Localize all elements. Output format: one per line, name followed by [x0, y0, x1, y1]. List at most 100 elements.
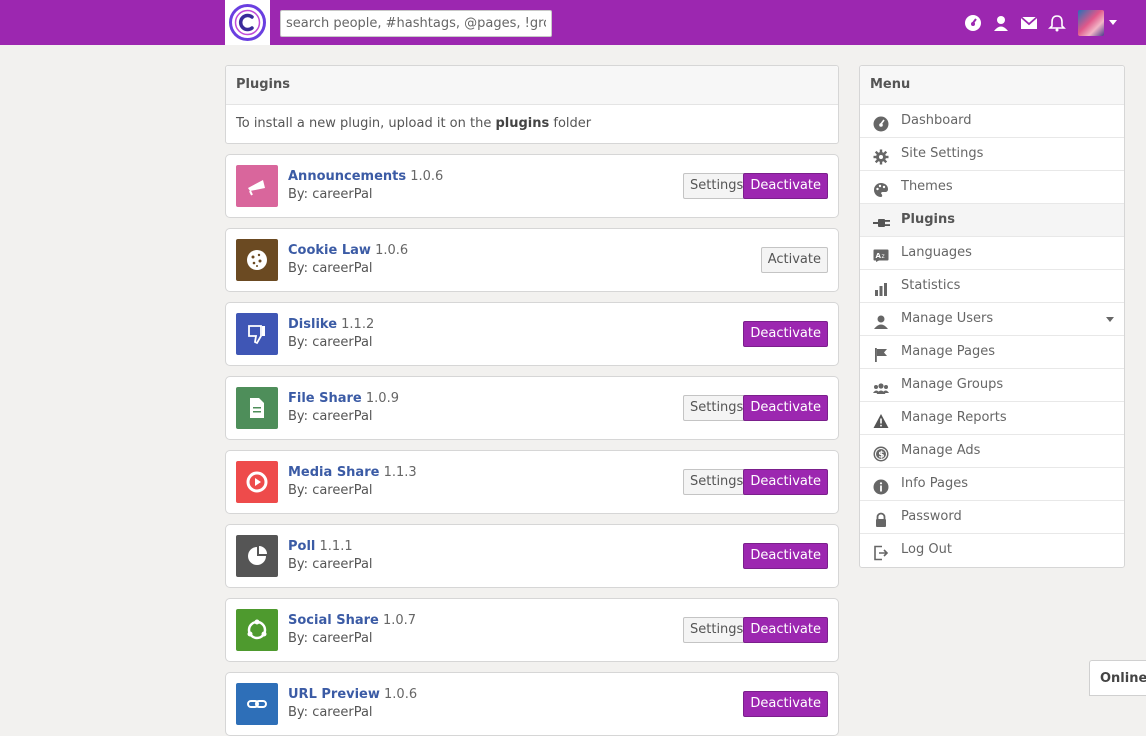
plugin-name: Social Share 1.0.7	[288, 613, 416, 628]
dollar-icon: $	[873, 443, 889, 462]
thumbs-down-icon	[236, 313, 278, 355]
plugin-author: By: careerPal	[288, 409, 373, 424]
settings-button-media-share[interactable]: Settings	[683, 469, 751, 495]
menu-item-plugins[interactable]: Plugins	[860, 203, 1124, 236]
menu-item-label: Log Out	[901, 542, 952, 557]
chevron-down-icon[interactable]	[1109, 20, 1117, 25]
menu-item-label: Manage Groups	[901, 377, 1004, 392]
plugin-card: Cookie Law 1.0.6 By: careerPal Activate	[225, 228, 839, 292]
logo-icon	[229, 4, 266, 41]
menu-item-label: Manage Pages	[901, 344, 996, 359]
users-icon	[873, 311, 889, 329]
play-icon	[236, 461, 278, 503]
menu-title: Menu	[860, 66, 1124, 104]
site-logo[interactable]	[225, 0, 270, 45]
menu-item-dashboard[interactable]: Dashboard	[860, 104, 1124, 137]
plugin-author: By: careerPal	[288, 483, 373, 498]
warning-icon	[873, 410, 889, 428]
menu-item-label: Site Settings	[901, 146, 984, 161]
plugin-name: URL Preview 1.0.6	[288, 687, 417, 702]
dashboard-icon[interactable]	[962, 12, 984, 34]
plugin-title-link[interactable]: Poll	[288, 539, 315, 554]
menu-item-manage-pages[interactable]: Manage Pages	[860, 335, 1124, 368]
menu-item-label: Info Pages	[901, 476, 968, 491]
settings-button-file-share[interactable]: Settings	[683, 395, 751, 421]
friends-icon[interactable]	[990, 12, 1012, 34]
plugin-version: 1.0.6	[410, 169, 444, 184]
megaphone-icon	[236, 165, 278, 207]
info-icon	[873, 476, 889, 495]
plugin-card: Media Share 1.1.3 By: careerPal Settings De…	[225, 450, 839, 514]
deactivate-button-dislike[interactable]: Deactivate	[743, 321, 828, 347]
plugin-card: Dislike 1.1.2 By: careerPal Deactivate	[225, 302, 839, 366]
search-input[interactable]	[280, 10, 552, 37]
plugin-author: By: careerPal	[288, 187, 373, 202]
plugin-title-link[interactable]: Announcements	[288, 169, 406, 184]
plugin-version: 1.0.9	[365, 391, 399, 406]
deactivate-button-file-share[interactable]: Deactivate	[743, 395, 828, 421]
dashboard-icon	[873, 113, 889, 132]
menu-item-info-pages[interactable]: Info Pages	[860, 467, 1124, 500]
menu-item-label: Dashboard	[901, 113, 972, 128]
plugin-author: By: careerPal	[288, 557, 373, 572]
deactivate-button-url-preview[interactable]: Deactivate	[743, 691, 828, 717]
plugin-version: 1.1.2	[341, 317, 375, 332]
deactivate-button-social-share[interactable]: Deactivate	[743, 617, 828, 643]
panel-title: Plugins	[226, 66, 838, 105]
admin-menu: Menu Dashboard Site Settings Themes Plugins…	[859, 65, 1125, 568]
install-instructions: To install a new plugin, upload it on th…	[236, 116, 592, 131]
chat-status[interactable]: Online	[1089, 660, 1146, 696]
menu-item-label: Password	[901, 509, 962, 524]
menu-item-statistics[interactable]: Statistics	[860, 269, 1124, 302]
menu-item-manage-groups[interactable]: Manage Groups	[860, 368, 1124, 401]
menu-item-label: Statistics	[901, 278, 961, 293]
plugin-name: Media Share 1.1.3	[288, 465, 417, 480]
plugin-name: Dislike 1.1.2	[288, 317, 374, 332]
plugin-author: By: careerPal	[288, 261, 373, 276]
pie-icon	[236, 535, 278, 577]
svg-text:$: $	[878, 451, 884, 461]
notifications-icon[interactable]	[1046, 12, 1068, 34]
settings-button-announcements[interactable]: Settings	[683, 173, 751, 199]
plugin-author: By: careerPal	[288, 335, 373, 350]
plugin-title-link[interactable]: Media Share	[288, 465, 379, 480]
plugin-version: 1.1.3	[383, 465, 417, 480]
svg-text:z: z	[882, 253, 885, 260]
activate-button-cookie-law[interactable]: Activate	[760, 247, 828, 273]
menu-item-themes[interactable]: Themes	[860, 170, 1124, 203]
menu-item-label: Languages	[901, 245, 972, 260]
menu-item-manage-reports[interactable]: Manage Reports	[860, 401, 1124, 434]
menu-item-languages[interactable]: Az Languages	[860, 236, 1124, 269]
plugin-title-link[interactable]: Social Share	[288, 613, 379, 628]
settings-button-social-share[interactable]: Settings	[683, 617, 751, 643]
plugin-version: 1.0.7	[382, 613, 417, 628]
plugin-name: Announcements 1.0.6	[288, 169, 443, 184]
plugin-card: Poll 1.1.1 By: careerPal Deactivate	[225, 524, 839, 588]
deactivate-button-poll[interactable]: Deactivate	[743, 543, 828, 569]
menu-item-label: Manage Reports	[901, 410, 1007, 425]
cookie-icon	[236, 239, 278, 281]
deactivate-button-media-share[interactable]: Deactivate	[743, 469, 828, 495]
plugin-title-link[interactable]: File Share	[288, 391, 362, 406]
lock-icon	[873, 509, 889, 527]
user-avatar[interactable]	[1078, 10, 1104, 36]
plugin-name: File Share 1.0.9	[288, 391, 399, 406]
menu-item-label: Manage Users	[901, 311, 994, 326]
chevron-down-icon[interactable]	[1106, 317, 1114, 322]
plugin-title-link[interactable]: URL Preview	[288, 687, 380, 702]
deactivate-button-announcements[interactable]: Deactivate	[743, 173, 828, 199]
plugin-version: 1.1.1	[319, 539, 353, 554]
plugin-card: Social Share 1.0.7 By: careerPal Settings D…	[225, 598, 839, 662]
menu-item-site-settings[interactable]: Site Settings	[860, 137, 1124, 170]
menu-item-log-out[interactable]: Log Out	[860, 533, 1124, 566]
plugin-card: Announcements 1.0.6 By: careerPal Settings…	[225, 154, 839, 218]
menu-item-password[interactable]: Password	[860, 500, 1124, 533]
messages-icon[interactable]	[1018, 12, 1040, 34]
plugin-title-link[interactable]: Dislike	[288, 317, 337, 332]
menu-item-label: Plugins	[901, 212, 955, 227]
plugin-version: 1.0.6	[375, 243, 409, 258]
menu-item-manage-users[interactable]: Manage Users	[860, 302, 1124, 335]
link-icon	[236, 683, 278, 725]
menu-item-manage-ads[interactable]: $ Manage Ads	[860, 434, 1124, 467]
plugin-title-link[interactable]: Cookie Law	[288, 243, 371, 258]
